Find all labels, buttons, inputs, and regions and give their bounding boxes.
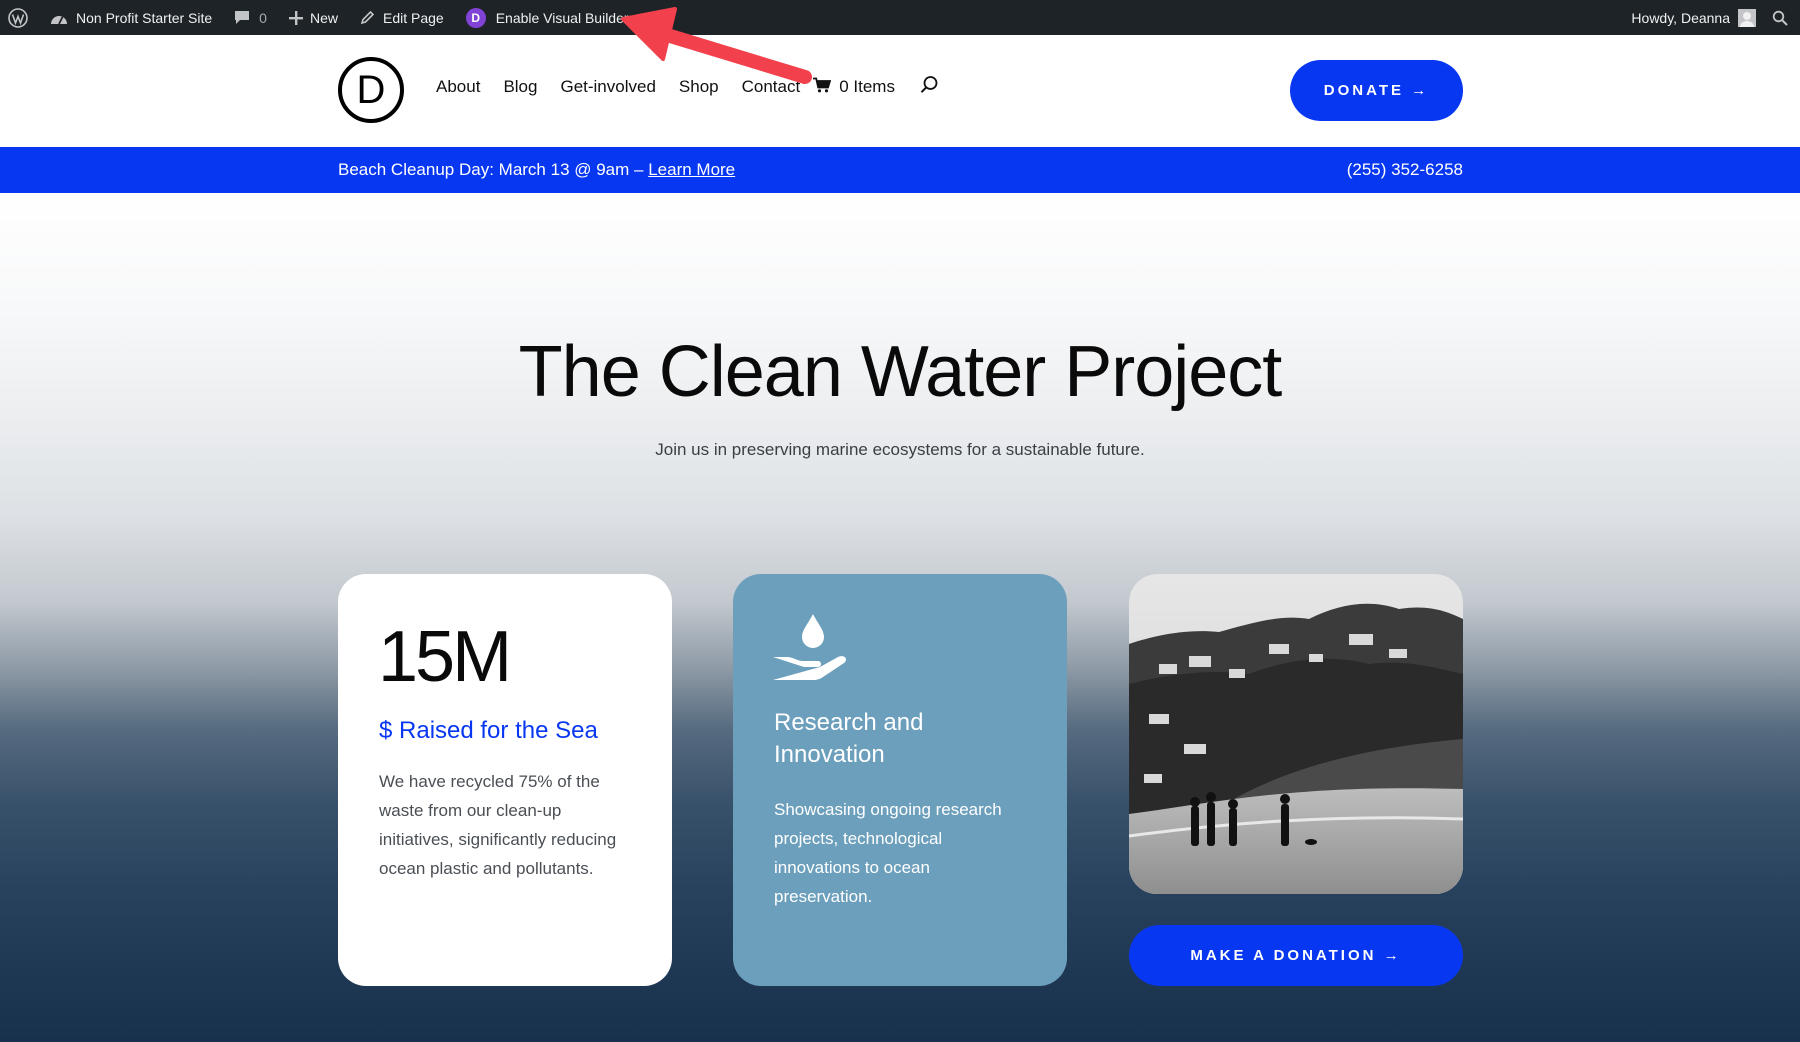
search-icon[interactable] <box>920 75 939 99</box>
comment-icon <box>234 10 250 25</box>
stat-heading: $ Raised for the Sea <box>379 717 598 744</box>
divi-logo-icon: D <box>465 7 486 28</box>
cart-link[interactable]: 0 Items <box>813 77 895 98</box>
edit-page-label: Edit Page <box>382 9 444 26</box>
nav-item-blog[interactable]: Blog <box>503 77 537 97</box>
make-a-donation-button[interactable]: MAKE A DONATION → <box>1129 925 1463 986</box>
wordpress-logo-icon[interactable] <box>0 0 36 35</box>
edit-page-link[interactable]: Edit Page <box>352 0 452 35</box>
research-heading: Research and Innovation <box>774 709 924 768</box>
comments-menu[interactable]: 0 <box>226 0 275 35</box>
annotation-arrow-icon <box>615 5 815 90</box>
plus-icon <box>288 10 303 25</box>
enable-visual-builder-link[interactable]: D Enable Visual Builder <box>458 0 637 35</box>
donate-button[interactable]: DONATE → <box>1290 60 1463 121</box>
learn-more-link[interactable]: Learn More <box>648 160 735 179</box>
new-label: New <box>309 9 338 26</box>
site-header: D About Blog Get-involved Shop Contact 0… <box>0 35 1800 147</box>
new-content-menu[interactable]: New <box>281 0 346 35</box>
site-name-menu[interactable]: Non Profit Starter Site <box>42 0 220 35</box>
nav-item-about[interactable]: About <box>436 77 480 97</box>
stat-card: 15M $ Raised for the Sea We have recycle… <box>338 574 672 986</box>
dashboard-icon <box>50 11 68 25</box>
pencil-icon <box>360 10 375 25</box>
phone-number[interactable]: (255) 352-6258 <box>1347 160 1463 180</box>
admin-search-icon[interactable] <box>1764 0 1800 35</box>
stat-description: We have recycled 75% of the waste from o… <box>379 772 617 878</box>
comments-count: 0 <box>259 9 267 26</box>
site-logo[interactable]: D <box>338 57 404 123</box>
announcement-bar: Beach Cleanup Day: March 13 @ 9am – Lear… <box>0 147 1800 193</box>
hero-subtitle: Join us in preserving marine ecosystems … <box>655 440 1145 459</box>
site-name-label: Non Profit Starter Site <box>76 9 213 26</box>
stat-number: 15M <box>378 617 512 697</box>
avatar <box>1738 8 1756 27</box>
research-card: Research and Innovation Showcasing ongoi… <box>733 574 1067 986</box>
cart-label: 0 Items <box>839 77 895 96</box>
announcement-message: Beach Cleanup Day: March 13 @ 9am – <box>338 160 649 179</box>
page-title: The Clean Water Project <box>518 332 1283 412</box>
hero-section: The Clean Water Project Join us in prese… <box>0 193 1800 1042</box>
cart-icon <box>813 77 839 98</box>
greeting-label: Howdy, Deanna <box>1631 9 1730 26</box>
announcement-text: Beach Cleanup Day: March 13 @ 9am – Lear… <box>338 160 735 180</box>
wp-admin-bar: Non Profit Starter Site 0 New Edit Page … <box>0 0 1800 35</box>
beach-cleanup-photo <box>1129 574 1463 894</box>
research-description: Showcasing ongoing research projects, te… <box>774 800 1002 906</box>
my-account-menu[interactable]: Howdy, Deanna <box>1623 0 1764 35</box>
visual-builder-label: Enable Visual Builder <box>495 9 629 26</box>
water-drop-hand-icon <box>773 612 851 689</box>
